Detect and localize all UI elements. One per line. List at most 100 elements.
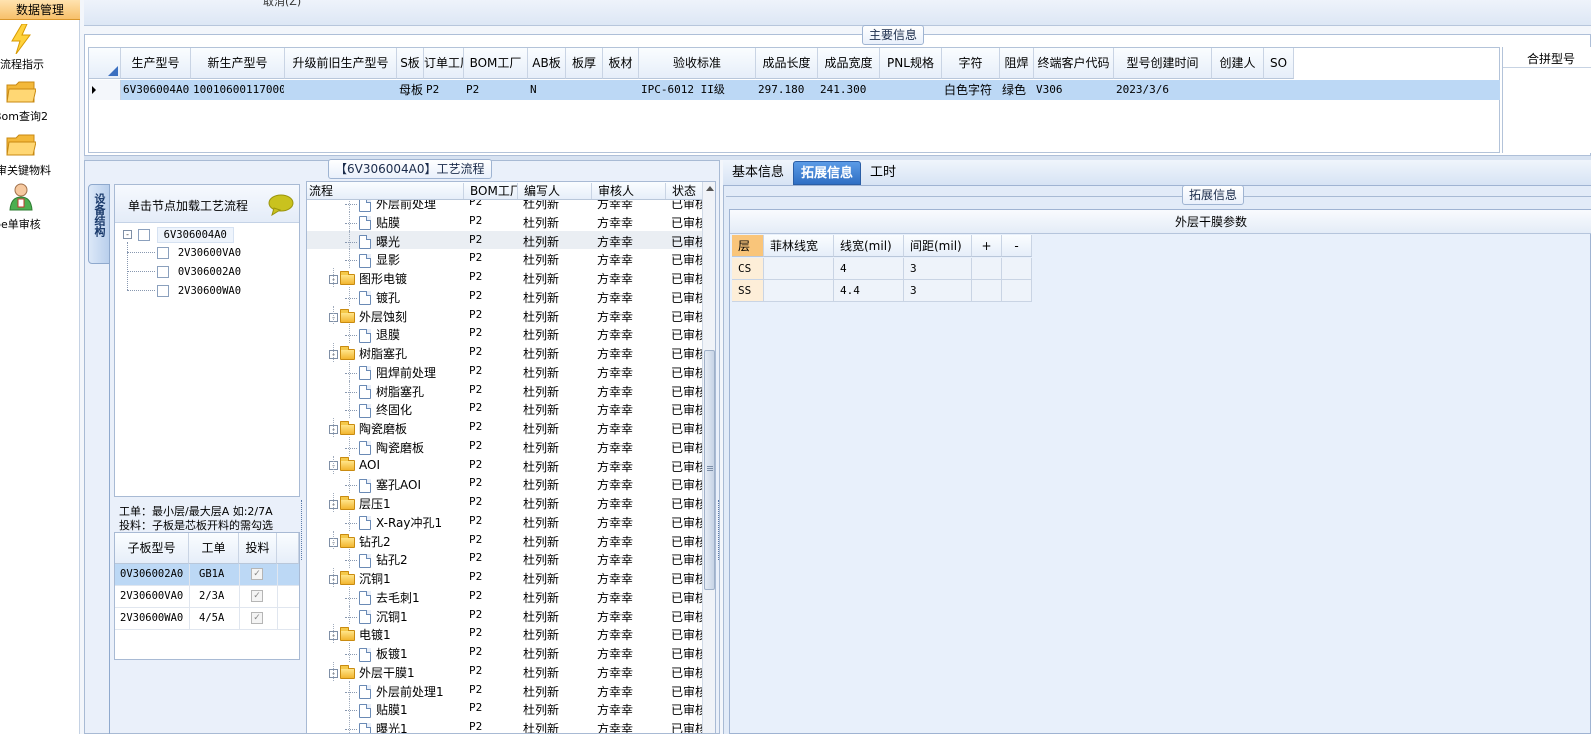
flow-row[interactable]: 贴膜1 P2 杜列新方幸幸已审核	[307, 699, 702, 718]
flow-reviewer-cell[interactable]: 方幸幸	[597, 533, 665, 550]
flow-reviewer-cell[interactable]: 方幸幸	[597, 326, 665, 343]
flow-name-cell[interactable]: - 层压1	[329, 495, 391, 512]
flow-status-cell[interactable]: 已审核	[671, 458, 702, 475]
flow-status-cell[interactable]: 已审核	[671, 645, 702, 662]
flow-name-cell[interactable]: - 钻孔2	[329, 533, 391, 550]
flow-factory-cell[interactable]: P2	[469, 533, 517, 546]
sub-model-cell[interactable]: 2V30600VA0	[120, 590, 183, 602]
flow-writer-cell[interactable]: 杜列新	[523, 200, 591, 212]
flow-factory-cell[interactable]: P2	[469, 645, 517, 658]
main-cell[interactable]: P2	[466, 80, 527, 100]
flow-row[interactable]: 陶瓷磨板 P2 杜列新方幸幸已审核	[307, 436, 702, 456]
flow-writer-cell[interactable]: 杜列新	[523, 495, 591, 512]
flow-factory-cell[interactable]: P2	[469, 383, 517, 396]
film-col-header[interactable]: -	[1002, 235, 1032, 257]
flow-writer-cell[interactable]: 杜列新	[523, 701, 591, 718]
flow-writer-cell[interactable]: 杜列新	[523, 476, 591, 493]
flow-row[interactable]: -AOI P2 杜列新方幸幸已审核	[307, 455, 702, 475]
film-cell[interactable]: SS	[732, 280, 764, 302]
film-cell[interactable]	[1002, 280, 1032, 302]
flow-row[interactable]: 塞孔AOI P2 杜列新方幸幸已审核	[307, 474, 702, 493]
flow-writer-cell[interactable]: 杜列新	[523, 608, 591, 625]
flow-reviewer-cell[interactable]: 方幸幸	[597, 439, 665, 456]
flow-reviewer-cell[interactable]: 方幸幸	[597, 589, 665, 606]
tab-basic-info[interactable]: 基本信息	[725, 161, 791, 185]
sub-model-cell[interactable]: 0V306002A0	[120, 568, 183, 580]
flow-name-cell[interactable]: - 沉铜1	[329, 570, 391, 587]
flow-status-cell[interactable]: 已审核	[671, 608, 702, 625]
flow-status-cell[interactable]: 已审核	[671, 476, 702, 493]
flow-factory-cell[interactable]: P2	[469, 720, 517, 733]
flow-writer-cell[interactable]: 杜列新	[523, 383, 591, 400]
flow-reviewer-cell[interactable]: 方幸幸	[597, 420, 665, 437]
left-nav-header[interactable]: 数据管理	[0, 0, 80, 20]
flow-row[interactable]: -电镀1 P2 杜列新方幸幸已审核	[307, 624, 702, 643]
flow-name-cell[interactable]: 终固化	[345, 401, 412, 418]
flow-row[interactable]: -外层干膜1 P2 杜列新方幸幸已审核	[307, 661, 702, 681]
nav-item-flow[interactable]: 流程指示	[0, 24, 80, 72]
film-cell[interactable]	[764, 258, 834, 280]
flow-status-cell[interactable]: 已审核	[671, 420, 702, 437]
flow-name-cell[interactable]: - AOI	[329, 456, 380, 472]
nav-item-bom[interactable]: Bom查询2	[0, 80, 80, 126]
flow-row[interactable]: 去毛刺1 P2 杜列新方幸幸已审核	[307, 586, 702, 606]
flow-row[interactable]: -外层蚀刻 P2 杜列新方幸幸已审核	[307, 305, 702, 325]
main-cell[interactable]: 绿色	[1002, 80, 1033, 100]
flow-status-cell[interactable]: 已审核	[671, 664, 702, 681]
flow-reviewer-cell[interactable]: 方幸幸	[597, 401, 665, 418]
flow-row[interactable]: -陶瓷磨板 P2 杜列新方幸幸已审核	[307, 418, 702, 437]
flow-name-cell[interactable]: - 陶瓷磨板	[329, 420, 407, 437]
main-cell[interactable]: P2	[426, 80, 463, 100]
flow-factory-cell[interactable]: P2	[469, 364, 517, 377]
flow-writer-cell[interactable]: 杜列新	[523, 214, 591, 231]
flow-writer-cell[interactable]: 杜列新	[523, 664, 591, 681]
tab-work-hours[interactable]: 工时	[863, 161, 903, 185]
flow-row[interactable]: -层压1 P2 杜列新方幸幸已审核	[307, 493, 702, 512]
flow-row[interactable]: X-Ray冲孔1 P2 杜列新方幸幸已审核	[307, 511, 702, 531]
flow-name-cell[interactable]: 退膜	[345, 326, 400, 343]
flow-reviewer-cell[interactable]: 方幸幸	[597, 720, 665, 733]
flow-reviewer-cell[interactable]: 方幸幸	[597, 289, 665, 306]
flow-reviewer-cell[interactable]: 方幸幸	[597, 664, 665, 681]
flow-status-cell[interactable]: 已审核	[671, 720, 702, 733]
scroll-thumb[interactable]	[704, 350, 715, 590]
flow-name-cell[interactable]: 曝光1	[345, 720, 408, 733]
film-cell[interactable]: 3	[904, 280, 972, 302]
flow-writer-cell[interactable]: 杜列新	[523, 645, 591, 662]
flow-status-cell[interactable]: 已审核	[671, 251, 702, 268]
flow-factory-cell[interactable]: P2	[469, 214, 517, 227]
flow-name-cell[interactable]: 树脂塞孔	[345, 383, 424, 400]
flow-reviewer-cell[interactable]: 方幸幸	[597, 476, 665, 493]
flow-name-cell[interactable]: 去毛刺1	[345, 589, 420, 606]
scroll-up-icon[interactable]	[706, 186, 714, 191]
sub-table-row[interactable]: 2V30600WA0 4/5A ✓	[115, 608, 299, 630]
flow-writer-cell[interactable]: 杜列新	[523, 439, 591, 456]
tree-node-checkbox[interactable]	[137, 228, 150, 241]
flow-factory-cell[interactable]: P2	[469, 514, 517, 527]
flow-reviewer-cell[interactable]: 方幸幸	[597, 200, 665, 212]
flow-row[interactable]: 镀孔 P2 杜列新方幸幸已审核	[307, 286, 702, 306]
flow-status-cell[interactable]: 已审核	[671, 233, 702, 250]
flow-writer-cell[interactable]: 杜列新	[523, 458, 591, 475]
flow-status-cell[interactable]: 已审核	[671, 326, 702, 343]
tab-extended-info[interactable]: 拓展信息	[793, 161, 862, 185]
main-cell[interactable]: 2023/3/6	[1116, 80, 1211, 100]
flow-status-cell[interactable]: 已审核	[671, 589, 702, 606]
film-cell[interactable]	[972, 258, 1002, 280]
flow-factory-cell[interactable]: P2	[469, 701, 517, 714]
flow-name-cell[interactable]: 塞孔AOI	[345, 476, 421, 493]
flow-name-cell[interactable]: 钻孔2	[345, 551, 408, 568]
flow-reviewer-cell[interactable]: 方幸幸	[597, 364, 665, 381]
flow-reviewer-cell[interactable]: 方幸幸	[597, 551, 665, 568]
main-cell[interactable]: V306	[1036, 80, 1113, 100]
tree-child-node[interactable]: 0V306002A0	[127, 264, 241, 278]
flow-factory-cell[interactable]: P2	[469, 251, 517, 264]
flow-row[interactable]: 退膜 P2 杜列新方幸幸已审核	[307, 324, 702, 343]
flow-writer-cell[interactable]: 杜列新	[523, 251, 591, 268]
select-all-icon[interactable]	[108, 66, 118, 76]
cancel-button[interactable]: 取消(Z)	[263, 0, 301, 9]
film-cell[interactable]: 4	[834, 258, 904, 280]
flow-status-cell[interactable]: 已审核	[671, 270, 702, 287]
flow-row[interactable]: 曝光1 P2 杜列新方幸幸已审核	[307, 718, 702, 733]
flow-factory-cell[interactable]: P2	[469, 439, 517, 452]
